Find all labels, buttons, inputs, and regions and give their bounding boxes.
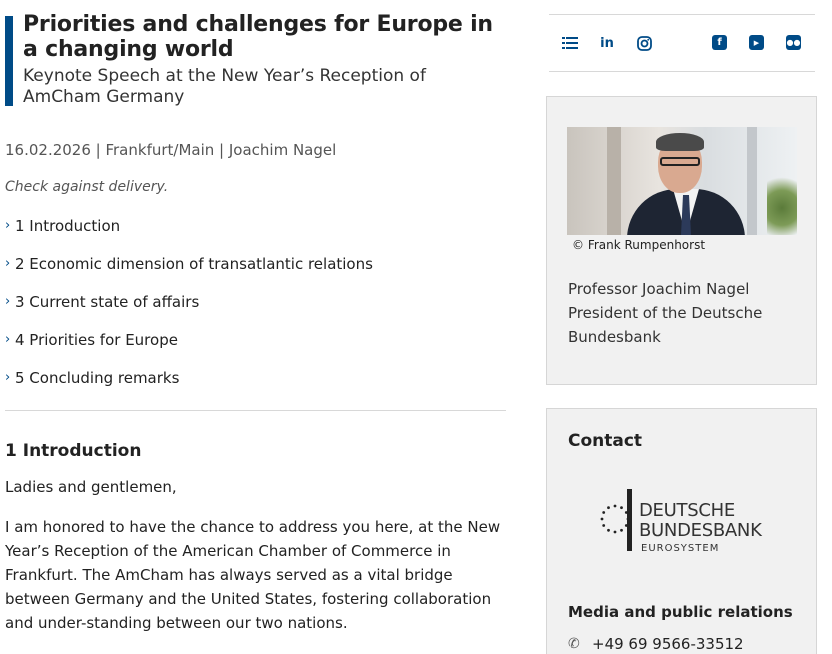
divider: [5, 410, 506, 411]
delivery-note: Check against delivery.: [5, 179, 169, 195]
phone-contact[interactable]: ✆ +49 69 9566-33512: [568, 635, 744, 653]
toc-item[interactable]: › 5 Concluding remarks: [5, 369, 506, 407]
speaker-name: Professor Joachim Nagel President of the…: [568, 280, 763, 346]
article: Priorities and challenges for Europe in …: [5, 12, 506, 635]
toc-item[interactable]: › 1 Introduction: [5, 217, 506, 255]
logo-line: DEUTSCHE: [639, 500, 735, 521]
toc-item-label[interactable]: 4 Priorities for Europe: [15, 331, 178, 349]
instagram-icon[interactable]: [635, 34, 653, 52]
table-of-contents: › 1 Introduction › 2 Economic dimension of…: [5, 217, 506, 407]
chevron-right-icon: ›: [5, 294, 11, 309]
toc-item-label[interactable]: 2 Economic dimension of transatlantic re…: [15, 255, 373, 273]
speaker-photo: [567, 127, 797, 235]
toc-item-label[interactable]: 3 Current state of affairs: [15, 293, 199, 311]
toc-item-label[interactable]: 1 Introduction: [15, 217, 120, 235]
toc-item[interactable]: › 2 Economic dimension of transatlantic r…: [5, 255, 506, 293]
speaker-card: © Frank Rumpenhorst Professor Joachim Na…: [546, 96, 817, 385]
phone-icon: ✆: [568, 636, 580, 652]
page-title: Priorities and challenges for Europe in …: [23, 12, 493, 62]
title-accent-bar: [5, 16, 13, 106]
linkedin-icon[interactable]: in: [598, 34, 616, 52]
chevron-right-icon: ›: [5, 332, 11, 347]
youtube-icon[interactable]: ▶: [749, 35, 764, 50]
facebook-icon[interactable]: f: [712, 35, 727, 50]
section-heading: 1 Introduction: [5, 441, 142, 461]
chevron-right-icon: ›: [5, 218, 11, 233]
paragraph: I am honored to have the chance to addre…: [5, 518, 501, 632]
logo-line: BUNDESBANK: [639, 520, 762, 541]
list-icon[interactable]: [561, 34, 579, 52]
article-meta: 16.02.2026 | Frankfurt/Main | Joachim Na…: [5, 141, 337, 159]
phone-number[interactable]: +49 69 9566-33512: [592, 635, 744, 653]
logo-line: EUROSYSTEM: [641, 543, 720, 554]
toc-item[interactable]: › 4 Priorities for Europe: [5, 331, 506, 369]
toc-item[interactable]: › 3 Current state of affairs: [5, 293, 506, 331]
article-header: Priorities and challenges for Europe in …: [5, 12, 506, 108]
chevron-right-icon: ›: [5, 256, 11, 271]
social-links-bar: in f ▶ ●●: [549, 14, 815, 72]
contact-heading: Contact: [568, 431, 643, 451]
photo-credit: © Frank Rumpenhorst: [572, 238, 706, 252]
media-relations-heading: Media and public relations: [568, 603, 793, 621]
paragraph: Ladies and gentlemen,: [5, 478, 177, 496]
flickr-icon[interactable]: ●●: [786, 35, 801, 50]
chevron-right-icon: ›: [5, 370, 11, 385]
toc-item-label[interactable]: 5 Concluding remarks: [15, 369, 179, 387]
contact-card: Contact DEUTSCHE BUNDESBANK EUROSYSTEM M…: [546, 408, 817, 654]
page-subtitle: Keynote Speech at the New Year’s Recepti…: [23, 66, 426, 107]
bundesbank-logo: DEUTSCHE BUNDESBANK EUROSYSTEM: [599, 489, 769, 554]
